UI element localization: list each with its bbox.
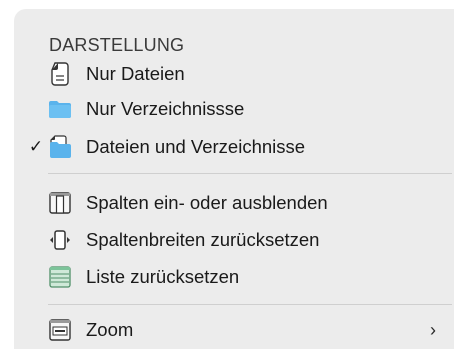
menu-item-nur-verzeichnisse[interactable]: Nur Verzeichnissse: [14, 91, 454, 127]
menu-item-label: Nur Verzeichnissse: [86, 98, 245, 119]
menu-separator: [48, 304, 452, 305]
folder-icon: [48, 97, 72, 121]
columns-icon: [48, 191, 72, 215]
menu-item-label: Liste zurücksetzen: [86, 266, 240, 287]
menu-item-label: Spalten ein- oder ausblenden: [86, 192, 328, 213]
document-icon: [48, 62, 72, 86]
chevron-right-icon: ›: [430, 319, 436, 340]
view-menu: DARSTELLUNG Nur Dateien Nur Verzeichniss…: [14, 9, 454, 349]
menu-item-nur-dateien[interactable]: Nur Dateien: [14, 56, 454, 92]
checkmark-icon: ✓: [28, 137, 44, 156]
list-icon: [48, 265, 72, 289]
menu-item-liste-zuruecksetzen[interactable]: Liste zurücksetzen: [14, 259, 454, 295]
files-and-folders-icon: [48, 135, 72, 159]
menu-separator: [48, 173, 452, 174]
section-header-darstellung: DARSTELLUNG: [49, 35, 185, 55]
menu-item-zoom[interactable]: Zoom ›: [14, 312, 454, 348]
menu-item-label: Nur Dateien: [86, 63, 185, 84]
menu-item-spalten-ein-ausblenden[interactable]: Spalten ein- oder ausblenden: [14, 185, 454, 221]
column-width-icon: [48, 228, 72, 252]
menu-item-spaltenbreiten-zuruecksetzen[interactable]: Spaltenbreiten zurücksetzen: [14, 222, 454, 258]
menu-item-dateien-und-verzeichnisse[interactable]: ✓ Dateien und Verzeichnisse: [14, 129, 454, 165]
zoom-icon: [48, 318, 72, 342]
menu-item-label: Dateien und Verzeichnisse: [86, 136, 306, 157]
menu-item-label: Spaltenbreiten zurücksetzen: [86, 229, 320, 250]
menu-item-label: Zoom: [86, 319, 134, 340]
